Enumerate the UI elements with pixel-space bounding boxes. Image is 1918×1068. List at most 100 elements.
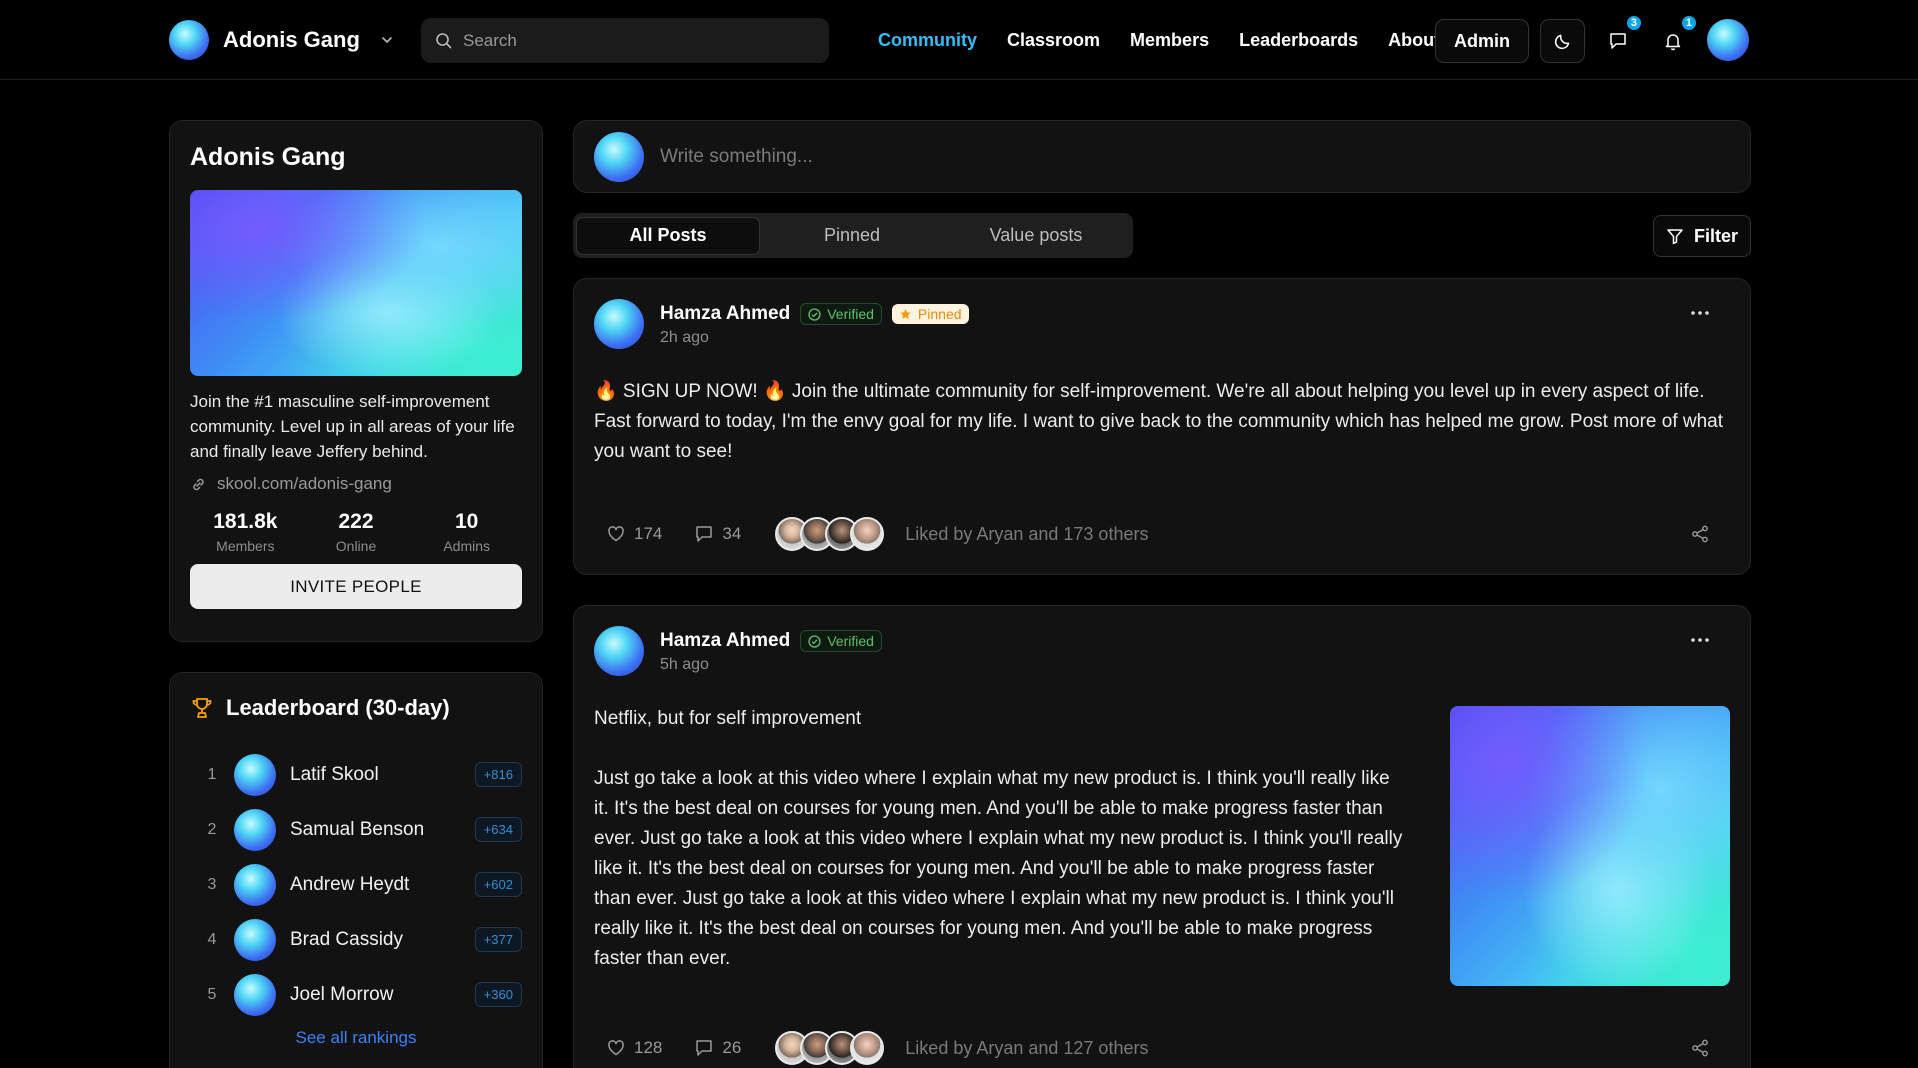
stat-online: 222 Online: [301, 510, 412, 554]
member-name: Brad Cassidy: [290, 928, 403, 950]
top-navbar: Adonis Gang Community Classroom Members …: [0, 0, 1918, 80]
moon-icon: [1554, 34, 1569, 50]
leaderboard-list: 1 Latif Skool +816 2 Samual Benson +634 …: [190, 747, 522, 1022]
more-options-icon[interactable]: [1688, 634, 1712, 646]
comment-button[interactable]: 26: [694, 1038, 741, 1058]
share-icon[interactable]: [1690, 1038, 1710, 1058]
post-card[interactable]: Hamza Ahmed Verified 5h ago Netflix, but…: [573, 605, 1751, 1068]
see-all-rankings-link[interactable]: See all rankings: [190, 1028, 522, 1048]
check-circle-icon: [808, 634, 821, 648]
leaderboard-row[interactable]: 3 Andrew Heydt +602: [190, 857, 522, 912]
heart-icon: [608, 1040, 624, 1056]
member-name: Joel Morrow: [290, 983, 394, 1005]
search-bar[interactable]: [421, 18, 829, 63]
tab-all-posts[interactable]: All Posts: [576, 216, 760, 255]
check-circle-icon: [808, 307, 821, 321]
chat-badge: 3: [1624, 14, 1643, 32]
post-header: Hamza Ahmed Verified 5h ago: [594, 626, 1730, 676]
points-badge: +634: [474, 817, 522, 842]
stat-label: Online: [335, 538, 377, 554]
post-author[interactable]: Hamza Ahmed: [660, 303, 790, 325]
points-badge: +602: [474, 872, 522, 897]
leaderboard-card: Leaderboard (30-day) 1 Latif Skool +816 …: [169, 672, 543, 1068]
leaderboard-row[interactable]: 4 Brad Cassidy +377: [190, 912, 522, 967]
post-body: Just go take a look at this video where …: [594, 768, 1403, 969]
like-count: 128: [634, 1038, 663, 1057]
post-body: 🔥 SIGN UP NOW! 🔥 Join the ultimate commu…: [594, 381, 1724, 462]
rank-number: 2: [207, 820, 217, 838]
post-tabs: All Posts Pinned Value posts: [573, 213, 1133, 258]
stat-label: Members: [216, 538, 275, 554]
stat-members: 181.8k Members: [190, 510, 301, 554]
bell-icon: [1665, 34, 1681, 51]
filter-icon: [1667, 229, 1683, 245]
community-about-card: Adonis Gang Join the #1 masculine self-i…: [169, 120, 543, 642]
liker-avatars[interactable]: [775, 1031, 885, 1065]
post-header: Hamza Ahmed Verified Pinned 2h ago: [594, 299, 1730, 349]
main-nav: Community Classroom Members Leaderboards…: [878, 0, 1440, 80]
chat-button[interactable]: 3: [1601, 14, 1643, 58]
avatar[interactable]: [594, 299, 644, 349]
share-icon[interactable]: [1690, 524, 1710, 544]
invite-people-button[interactable]: INVITE PEOPLE: [190, 564, 522, 609]
leaderboard-row[interactable]: 5 Joel Morrow +360: [190, 967, 522, 1022]
about-description: Join the #1 masculine self-improvement c…: [190, 392, 515, 461]
like-count: 174: [634, 524, 663, 543]
post-time: 2h ago: [660, 329, 709, 346]
theme-toggle-button[interactable]: [1540, 19, 1585, 63]
search-input[interactable]: [463, 30, 803, 51]
community-switcher[interactable]: Adonis Gang: [169, 20, 394, 60]
more-options-icon[interactable]: [1688, 307, 1712, 319]
star-icon: [900, 308, 911, 319]
about-title: Adonis Gang: [190, 143, 346, 171]
nav-community[interactable]: Community: [878, 30, 977, 51]
avatar[interactable]: [594, 626, 644, 676]
leaderboard-header: Leaderboard (30-day): [190, 695, 522, 721]
points-badge: +360: [474, 982, 522, 1007]
tab-value-posts[interactable]: Value posts: [944, 217, 1128, 255]
liked-by-text[interactable]: Liked by Aryan and 127 others: [905, 1038, 1148, 1059]
notifications-button[interactable]: 1: [1656, 14, 1698, 58]
stat-value: 10: [455, 510, 479, 533]
post-author[interactable]: Hamza Ahmed: [660, 630, 790, 652]
link-icon: [193, 478, 204, 490]
liked-by-text[interactable]: Liked by Aryan and 173 others: [905, 524, 1148, 545]
leaderboard-row[interactable]: 1 Latif Skool +816: [190, 747, 522, 802]
community-name: Adonis Gang: [223, 27, 360, 52]
chevron-down-icon: [382, 37, 392, 44]
admin-button[interactable]: Admin: [1435, 19, 1529, 63]
member-name: Andrew Heydt: [290, 873, 410, 895]
nav-about[interactable]: About: [1388, 30, 1440, 51]
stat-label: Admins: [443, 538, 491, 554]
comment-button[interactable]: 34: [694, 524, 741, 544]
community-link[interactable]: skool.com/adonis-gang: [190, 474, 522, 494]
member-name: Latif Skool: [290, 763, 379, 785]
stat-admins: 10 Admins: [411, 510, 522, 554]
post-card[interactable]: Hamza Ahmed Verified Pinned 2h ago 🔥 SIG…: [573, 278, 1751, 575]
post-composer[interactable]: Write something...: [573, 120, 1751, 193]
rank-number: 4: [207, 930, 217, 948]
tab-pinned[interactable]: Pinned: [760, 217, 944, 255]
nav-classroom[interactable]: Classroom: [1007, 30, 1100, 51]
leaderboard-title: Leaderboard (30-day): [226, 695, 450, 720]
comment-count: 26: [722, 1038, 742, 1057]
composer-placeholder: Write something...: [660, 145, 813, 167]
like-button[interactable]: 128: [606, 1038, 662, 1058]
search-icon: [436, 32, 452, 48]
user-avatar[interactable]: [1707, 19, 1749, 61]
community-logo: [169, 20, 209, 60]
avatar: [234, 753, 276, 796]
rank-number: 5: [207, 985, 217, 1003]
post-image[interactable]: [1450, 706, 1730, 986]
like-button[interactable]: 174: [606, 524, 662, 544]
heart-icon: [608, 526, 624, 542]
nav-leaderboards[interactable]: Leaderboards: [1239, 30, 1358, 51]
nav-members[interactable]: Members: [1130, 30, 1209, 51]
filter-button[interactable]: Filter: [1653, 215, 1751, 257]
liker-avatars[interactable]: [775, 517, 885, 551]
avatar: [234, 808, 276, 851]
post-actions: 174 34 Liked by Aryan and 173 others: [606, 514, 1718, 554]
leaderboard-row[interactable]: 2 Samual Benson +634: [190, 802, 522, 857]
comment-icon: [696, 526, 713, 542]
pinned-badge: Pinned: [891, 304, 969, 324]
